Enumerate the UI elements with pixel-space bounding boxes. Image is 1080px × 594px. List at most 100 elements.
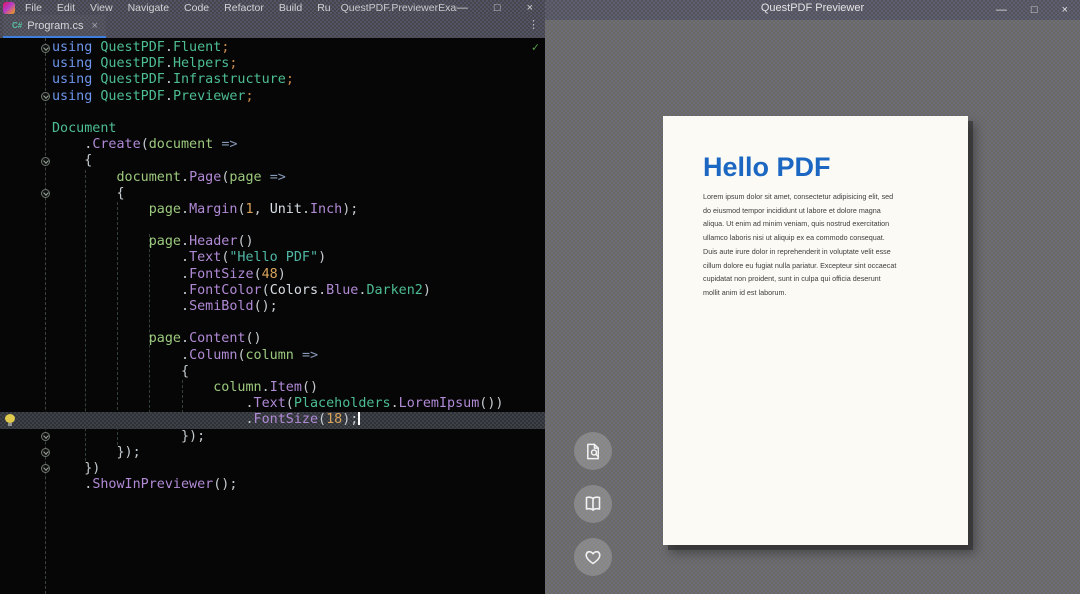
pdf-body-line: Duis aute irure dolor in reprehenderit i… [703, 245, 948, 259]
tab-program-cs[interactable]: C# Program.cs × [3, 15, 106, 38]
code-line[interactable] [0, 218, 545, 234]
code-text: .Create(document => [52, 137, 237, 153]
pdf-body-line: aliqua. Ut enim ad minim veniam, quis no… [703, 217, 948, 231]
code-text: .SemiBold(); [52, 299, 278, 315]
text-cursor [358, 412, 360, 425]
menu-view[interactable]: View [90, 2, 113, 14]
code-line[interactable]: page.Header() [0, 234, 545, 250]
menu-navigate[interactable]: Navigate [128, 2, 169, 14]
gutter [0, 218, 52, 234]
pdf-body-line: Lorem ipsum dolor sit amet, consectetur … [703, 190, 948, 204]
gutter [0, 380, 52, 396]
gutter [0, 299, 52, 315]
sponsor-button[interactable] [574, 538, 612, 576]
code-line[interactable]: }) [0, 461, 545, 477]
fold-toggle-icon[interactable] [41, 157, 50, 166]
tab-overflow-menu-icon[interactable]: ⋮ [528, 18, 539, 31]
code-lines: using QuestPDF.Fluent;using QuestPDF.Hel… [0, 38, 545, 493]
menu-build[interactable]: Build [279, 2, 302, 14]
code-text: using QuestPDF.Fluent; [52, 40, 229, 56]
documentation-button[interactable] [574, 485, 612, 523]
code-line[interactable]: column.Item() [0, 380, 545, 396]
gutter [0, 412, 52, 428]
menu-ru[interactable]: Ru [317, 2, 330, 14]
minimize-button[interactable]: — [996, 4, 1007, 16]
code-line[interactable]: .FontSize(48) [0, 267, 545, 283]
close-button[interactable]: × [527, 3, 533, 13]
code-line[interactable] [0, 315, 545, 331]
gutter [0, 72, 52, 88]
gutter [0, 348, 52, 364]
menu-refactor[interactable]: Refactor [224, 2, 264, 14]
previewer-window-controls: — □ × [996, 4, 1080, 16]
previewer-window: QuestPDF Previewer — □ × Hello PDF Lorem… [545, 0, 1080, 594]
code-text: }) [52, 461, 100, 477]
menu-code[interactable]: Code [184, 2, 209, 14]
code-line[interactable]: page.Content() [0, 331, 545, 347]
code-line[interactable]: .SemiBold(); [0, 299, 545, 315]
code-line[interactable]: { [0, 153, 545, 169]
code-text: document.Page(page => [52, 170, 286, 186]
code-line[interactable]: using QuestPDF.Previewer; [0, 89, 545, 105]
code-line[interactable]: .Column(column => [0, 348, 545, 364]
code-line[interactable]: .Text("Hello PDF") [0, 250, 545, 266]
code-line[interactable]: { [0, 186, 545, 202]
menu-edit[interactable]: Edit [57, 2, 75, 14]
code-line[interactable]: .FontColor(Colors.Blue.Darken2) [0, 283, 545, 299]
code-text: .FontSize(48) [52, 267, 286, 283]
code-line[interactable]: using QuestPDF.Infrastructure; [0, 72, 545, 88]
code-text: }); [52, 429, 205, 445]
code-line[interactable] [0, 105, 545, 121]
minimize-button[interactable]: — [457, 3, 468, 13]
maximize-button[interactable]: □ [494, 3, 501, 13]
documentation-book-icon [583, 494, 603, 514]
code-line[interactable]: .FontSize(18); [0, 412, 545, 428]
gutter [0, 429, 52, 445]
tab-close-icon[interactable]: × [91, 20, 97, 32]
pdf-heading: Hello PDF [703, 152, 831, 183]
maximize-button[interactable]: □ [1031, 4, 1038, 16]
gutter [0, 56, 52, 72]
code-line[interactable]: { [0, 364, 545, 380]
menu-file[interactable]: File [25, 2, 42, 14]
code-line[interactable]: using QuestPDF.Helpers; [0, 56, 545, 72]
quick-fix-bulb-icon[interactable] [5, 414, 15, 423]
pdf-page: Hello PDF Lorem ipsum dolor sit amet, co… [663, 116, 968, 545]
gutter [0, 137, 52, 153]
code-line[interactable]: .Text(Placeholders.LoremIpsum()) [0, 396, 545, 412]
code-editor[interactable]: ✓ using QuestPDF.Fluent;using QuestPDF.H… [0, 38, 545, 594]
code-text: .FontColor(Colors.Blue.Darken2) [52, 283, 431, 299]
ide-menu-bar: FileEditViewNavigateCodeRefactorBuildRu … [0, 0, 545, 15]
code-line[interactable]: }); [0, 429, 545, 445]
fold-toggle-icon[interactable] [41, 464, 50, 473]
sponsor-heart-icon [583, 547, 603, 567]
code-text: .Column(column => [52, 348, 318, 364]
code-line[interactable]: .Create(document => [0, 137, 545, 153]
fold-toggle-icon[interactable] [41, 189, 50, 198]
inspect-document-button[interactable] [574, 432, 612, 470]
gutter [0, 202, 52, 218]
gutter [0, 477, 52, 493]
code-text: .ShowInPreviewer(); [52, 477, 237, 493]
csharp-file-icon: C# [12, 21, 22, 30]
code-line[interactable]: .ShowInPreviewer(); [0, 477, 545, 493]
code-line[interactable]: }); [0, 445, 545, 461]
code-text: { [52, 364, 189, 380]
gutter [0, 153, 52, 169]
pdf-body-line: mollit anim id est laborum. [703, 286, 948, 300]
close-button[interactable]: × [1062, 4, 1068, 16]
pdf-body-line: ullamco laboris nisi ut aliquip ex ea co… [703, 231, 948, 245]
code-text: page.Header() [52, 234, 254, 250]
code-line[interactable]: Document [0, 121, 545, 137]
fold-toggle-icon[interactable] [41, 44, 50, 53]
gutter [0, 186, 52, 202]
code-text: page.Margin(1, Unit.Inch); [52, 202, 358, 218]
gutter [0, 40, 52, 56]
code-line[interactable]: using QuestPDF.Fluent; [0, 40, 545, 56]
code-line[interactable]: document.Page(page => [0, 170, 545, 186]
fold-toggle-icon[interactable] [41, 448, 50, 457]
fold-toggle-icon[interactable] [41, 432, 50, 441]
inspection-ok-icon[interactable]: ✓ [532, 40, 539, 54]
fold-toggle-icon[interactable] [41, 92, 50, 101]
code-line[interactable]: page.Margin(1, Unit.Inch); [0, 202, 545, 218]
